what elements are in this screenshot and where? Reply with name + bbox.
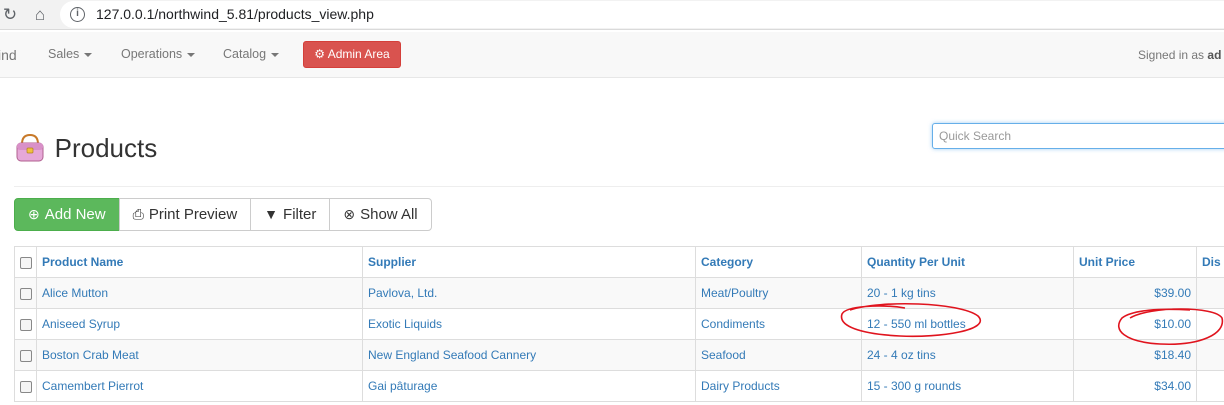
price-cell[interactable]: $18.40 — [1073, 339, 1197, 371]
category-cell[interactable]: Dairy Products — [695, 370, 862, 402]
select-all-checkbox[interactable] — [20, 256, 32, 269]
page-title-text: Products — [54, 132, 158, 163]
product-name-cell[interactable]: Camembert Pierrot — [36, 370, 363, 402]
column-header[interactable]: Dis — [1196, 246, 1224, 278]
info-icon[interactable]: i — [70, 7, 85, 22]
action-toolbar: ⊕ Add New ⎙ Print Preview ▼ Filter ⊗ Show All — [14, 198, 432, 231]
select-all-header — [14, 246, 37, 278]
row-checkbox[interactable] — [20, 380, 32, 393]
row-select — [14, 339, 37, 371]
filter-button[interactable]: ▼ Filter — [250, 198, 331, 231]
quantity-cell[interactable]: 24 - 4 oz tins — [861, 339, 1074, 371]
print-preview-button[interactable]: ⎙ Print Preview — [118, 198, 252, 231]
app-navbar: ind Sales Operations Catalog ⚙ Admin Are… — [0, 32, 1224, 78]
row-checkbox[interactable] — [20, 318, 32, 331]
menu-sales[interactable]: Sales — [48, 47, 93, 61]
column-header[interactable]: Category — [695, 246, 862, 278]
discontinued-cell[interactable] — [1196, 308, 1224, 340]
table-header-row: Product Name Supplier Category Quantity … — [14, 246, 1224, 278]
supplier-cell[interactable]: Exotic Liquids — [362, 308, 696, 340]
table-row[interactable]: Alice Mutton Pavlova, Ltd. Meat/Poultry … — [14, 277, 1224, 309]
menu-operations[interactable]: Operations — [121, 47, 196, 61]
gear-icon: ⚙ — [314, 47, 326, 61]
product-name-cell[interactable]: Boston Crab Meat — [36, 339, 363, 371]
table-row[interactable]: Boston Crab Meat New England Seafood Can… — [14, 339, 1224, 371]
brand-text[interactable]: ind — [0, 47, 17, 63]
discontinued-cell[interactable] — [1196, 339, 1224, 371]
admin-area-button[interactable]: ⚙ Admin Area — [303, 41, 401, 68]
supplier-cell[interactable]: New England Seafood Cannery — [362, 339, 696, 371]
row-select — [14, 277, 37, 309]
column-header[interactable]: Quantity Per Unit — [861, 246, 1074, 278]
products-table: Product Name Supplier Category Quantity … — [14, 246, 1224, 402]
column-header[interactable]: Supplier — [362, 246, 696, 278]
discontinued-cell[interactable] — [1196, 277, 1224, 309]
caret-down-icon — [84, 52, 93, 57]
column-header[interactable]: Unit Price — [1073, 246, 1197, 278]
price-cell[interactable]: $10.00 — [1073, 308, 1197, 340]
row-select — [14, 370, 37, 402]
product-name-cell[interactable]: Aniseed Syrup — [36, 308, 363, 340]
purse-icon — [16, 133, 44, 162]
printer-icon: ⎙ — [132, 206, 144, 222]
show-all-button[interactable]: ⊗ Show All — [329, 198, 432, 231]
quantity-cell[interactable]: 15 - 300 g rounds — [861, 370, 1074, 402]
signed-in-user[interactable]: ad — [1207, 48, 1221, 62]
close-circle-icon: ⊗ — [343, 206, 356, 222]
quick-search[interactable] — [932, 123, 1224, 149]
column-header[interactable]: Product Name — [36, 246, 363, 278]
menu-catalog[interactable]: Catalog — [223, 47, 280, 61]
row-checkbox[interactable] — [20, 349, 32, 362]
discontinued-cell[interactable] — [1196, 370, 1224, 402]
price-cell[interactable]: $34.00 — [1073, 370, 1197, 402]
filter-icon: ▼ — [264, 206, 279, 222]
page-title: Products — [14, 132, 157, 168]
category-cell[interactable]: Meat/Poultry — [695, 277, 862, 309]
signed-in-text: Signed in as ad — [1138, 48, 1222, 62]
supplier-cell[interactable]: Gai pâturage — [362, 370, 696, 402]
category-cell[interactable]: Condiments — [695, 308, 862, 340]
row-checkbox[interactable] — [20, 287, 32, 300]
caret-down-icon — [187, 52, 196, 57]
product-name-cell[interactable]: Alice Mutton — [36, 277, 363, 309]
quick-search-input[interactable] — [933, 124, 1223, 148]
reload-icon[interactable]: ↻ — [0, 5, 20, 25]
caret-down-icon — [271, 52, 280, 57]
browser-toolbar: ↻ ⌂ i 127.0.0.1/northwind_5.81/products_… — [0, 0, 1224, 30]
address-bar[interactable]: i 127.0.0.1/northwind_5.81/products_view… — [60, 1, 1224, 28]
divider — [14, 186, 1224, 187]
plus-circle-icon: ⊕ — [28, 206, 40, 222]
price-cell[interactable]: $39.00 — [1073, 277, 1197, 309]
quantity-cell[interactable]: 12 - 550 ml bottles — [861, 308, 1074, 340]
quantity-cell[interactable]: 20 - 1 kg tins — [861, 277, 1074, 309]
row-select — [14, 308, 37, 340]
add-new-button[interactable]: ⊕ Add New — [14, 198, 120, 231]
table-row[interactable]: Aniseed Syrup Exotic Liquids Condiments … — [14, 308, 1224, 340]
home-icon[interactable]: ⌂ — [30, 5, 50, 25]
supplier-cell[interactable]: Pavlova, Ltd. — [362, 277, 696, 309]
table-row[interactable]: Camembert Pierrot Gai pâturage Dairy Pro… — [14, 370, 1224, 402]
category-cell[interactable]: Seafood — [695, 339, 862, 371]
url-text[interactable]: 127.0.0.1/northwind_5.81/products_view.p… — [96, 6, 374, 22]
